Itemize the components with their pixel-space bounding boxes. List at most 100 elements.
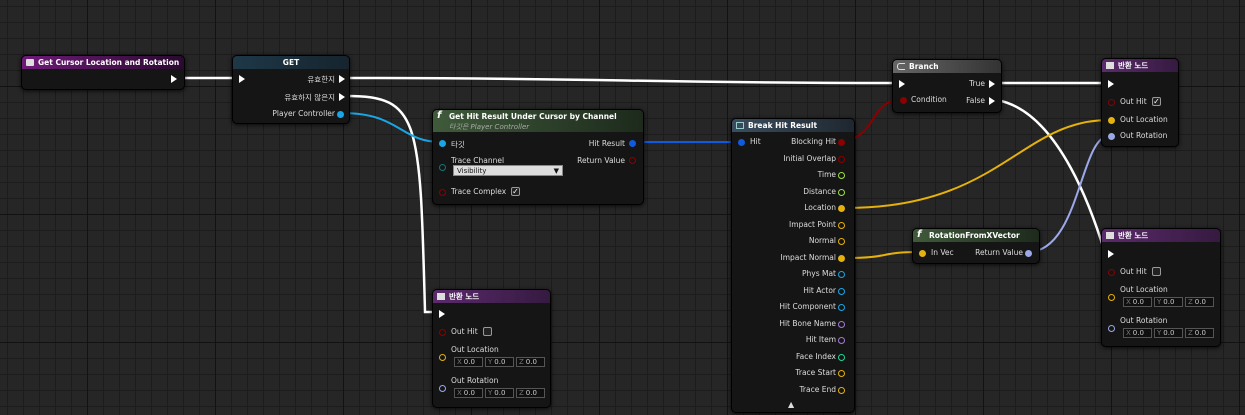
- out-rotation-pin[interactable]: [1108, 133, 1115, 140]
- out-hit-checkbox[interactable]: [483, 327, 492, 336]
- chevron-down-icon: ▼: [553, 167, 559, 175]
- node-get-cursor-location-rotation[interactable]: Get Cursor Location and Rotation: [21, 55, 185, 90]
- exec-in-pin[interactable]: [239, 75, 245, 83]
- break-output-label: Trace End: [799, 384, 836, 394]
- break-output-pin[interactable]: [838, 304, 845, 311]
- return-value-pin[interactable]: [629, 157, 636, 164]
- exec-in-pin[interactable]: [1108, 80, 1114, 88]
- out-location-pin[interactable]: [1108, 294, 1115, 301]
- out-hit-checkbox[interactable]: [1152, 267, 1161, 276]
- out-location-x-field[interactable]: X 0.0: [1123, 297, 1152, 307]
- break-output-pin[interactable]: [838, 370, 845, 377]
- hit-in-pin[interactable]: [738, 139, 745, 146]
- out-location-y-field[interactable]: Y 0.0: [1154, 297, 1183, 307]
- trace-channel-pin[interactable]: [439, 164, 446, 171]
- expand-arrow-icon[interactable]: ▲: [788, 400, 794, 409]
- exec-false-pin[interactable]: [989, 97, 995, 105]
- break-output-pin[interactable]: [838, 337, 845, 344]
- out-location-z-field[interactable]: Z 0.0: [516, 357, 545, 367]
- out-location-z-field[interactable]: Z 0.0: [1185, 297, 1214, 307]
- break-output-pin[interactable]: [838, 353, 845, 361]
- out-hit-pin[interactable]: [439, 329, 446, 336]
- break-output-pin[interactable]: [838, 172, 845, 179]
- break-output-pin[interactable]: [838, 271, 845, 278]
- out-rotation-label: Out Rotation: [1120, 131, 1168, 140]
- break-output-pin[interactable]: [838, 139, 845, 146]
- out-rotation-x-field[interactable]: X 0.0: [454, 388, 483, 398]
- out-rotation-y-field[interactable]: Y 0.0: [485, 388, 514, 398]
- break-output-label: Normal: [808, 236, 836, 245]
- node-title: Branch: [909, 62, 939, 71]
- break-output-label: Blocking Hit: [791, 137, 836, 146]
- node-header: 반환 노드: [1102, 229, 1220, 242]
- break-output-label: Hit Component: [779, 302, 836, 311]
- out-hit-checkbox[interactable]: ✓: [1152, 97, 1161, 106]
- exec-true-pin[interactable]: [989, 80, 995, 88]
- branch-icon: [897, 63, 905, 70]
- node-header: 반환 노드: [1102, 59, 1178, 72]
- break-output-pin[interactable]: [838, 221, 845, 229]
- break-output-label: Phys Mat: [801, 269, 836, 278]
- return-node-icon: [1106, 232, 1114, 239]
- node-branch[interactable]: Branch Condition True False: [892, 59, 1002, 113]
- break-output-pin[interactable]: [838, 386, 845, 394]
- node-return-bottom[interactable]: 반환 노드 Out Hit Out Location X 0.0 Y 0.0 Z 0.…: [1101, 228, 1221, 347]
- node-get-hit-result-under-cursor[interactable]: f Get Hit Result Under Cursor by Channel…: [432, 109, 644, 205]
- condition-pin[interactable]: [900, 97, 907, 104]
- out-hit-pin[interactable]: [1108, 269, 1115, 276]
- break-output-pin[interactable]: [838, 254, 845, 262]
- break-output-pin[interactable]: [838, 320, 845, 328]
- trace-complex-pin[interactable]: [439, 189, 446, 196]
- out-rotation-pin[interactable]: [439, 385, 446, 392]
- break-output-label: Impact Normal: [780, 252, 836, 262]
- out-hit-pin[interactable]: [1108, 99, 1115, 106]
- out-rotation-z-field[interactable]: Z 0.0: [516, 388, 545, 398]
- wires-layer: [181, 76, 1110, 314]
- break-output-pin[interactable]: [838, 155, 845, 163]
- break-struct-icon: [736, 122, 744, 129]
- out-rotation-z-field[interactable]: Z 0.0: [1185, 328, 1214, 338]
- out-location-y-field[interactable]: Y 0.0: [485, 357, 514, 367]
- out-location-pin[interactable]: [439, 354, 446, 361]
- function-icon: f: [437, 110, 442, 121]
- node-title: 반환 노드: [1118, 231, 1149, 240]
- out-rotation-y-field[interactable]: Y 0.0: [1154, 328, 1183, 338]
- break-output-pin[interactable]: [838, 188, 845, 196]
- exec-in-pin[interactable]: [1108, 250, 1114, 258]
- return-value-label: Return Value: [975, 248, 1023, 257]
- out-rotation-label: Out Rotation: [451, 376, 499, 385]
- node-return-mid[interactable]: 반환 노드 Out Hit Out Location X 0.0 Y 0.0 Z 0.…: [432, 289, 551, 408]
- node-return-top[interactable]: 반환 노드 Out Hit ✓ Out Location Out Rotatio…: [1101, 58, 1179, 147]
- break-output-label: Impact Point: [789, 219, 836, 229]
- exec-in-pin[interactable]: [899, 80, 905, 88]
- break-output-label: Hit Bone Name: [779, 318, 836, 328]
- out-rotation-x-field[interactable]: X 0.0: [1123, 328, 1152, 338]
- in-vec-pin[interactable]: [919, 250, 926, 257]
- node-title: GET: [282, 58, 300, 67]
- trace-channel-dropdown[interactable]: Visibility ▼: [453, 165, 563, 176]
- trace-complex-checkbox[interactable]: ✓: [511, 187, 520, 196]
- break-output-pin[interactable]: [838, 238, 845, 245]
- node-rotation-from-x-vector[interactable]: f RotationFromXVector In Vec Return Valu…: [912, 228, 1040, 264]
- break-output-pin[interactable]: [838, 205, 845, 212]
- wire-exec-valid-branch: [346, 76, 899, 85]
- break-output-label: Time: [817, 170, 836, 179]
- node-get[interactable]: GET 유효한지 유효하지 않은지 Player Controller: [232, 55, 350, 124]
- player-controller-pin[interactable]: [337, 111, 344, 118]
- target-pin[interactable]: [439, 140, 446, 147]
- out-hit-label: Out Hit: [1120, 97, 1147, 106]
- return-value-pin[interactable]: [1025, 250, 1032, 257]
- exec-out-valid-pin[interactable]: [339, 75, 345, 83]
- out-location-x-field[interactable]: X 0.0: [454, 357, 483, 367]
- out-location-pin[interactable]: [1108, 117, 1115, 124]
- exec-out-invalid-pin[interactable]: [339, 93, 345, 101]
- exec-in-pin[interactable]: [439, 310, 445, 318]
- break-output-pin[interactable]: [838, 287, 845, 295]
- trace-channel-label: Trace Channel: [451, 156, 505, 165]
- hit-result-pin[interactable]: [629, 140, 636, 147]
- break-output-label: Hit Item: [805, 335, 836, 344]
- out-rotation-pin[interactable]: [1108, 325, 1115, 332]
- out-location-label: Out Location: [1120, 285, 1168, 294]
- node-break-hit-result[interactable]: Break Hit Result Hit Blocking Hit Initial…: [731, 118, 855, 413]
- exec-out-pin[interactable]: [171, 75, 177, 83]
